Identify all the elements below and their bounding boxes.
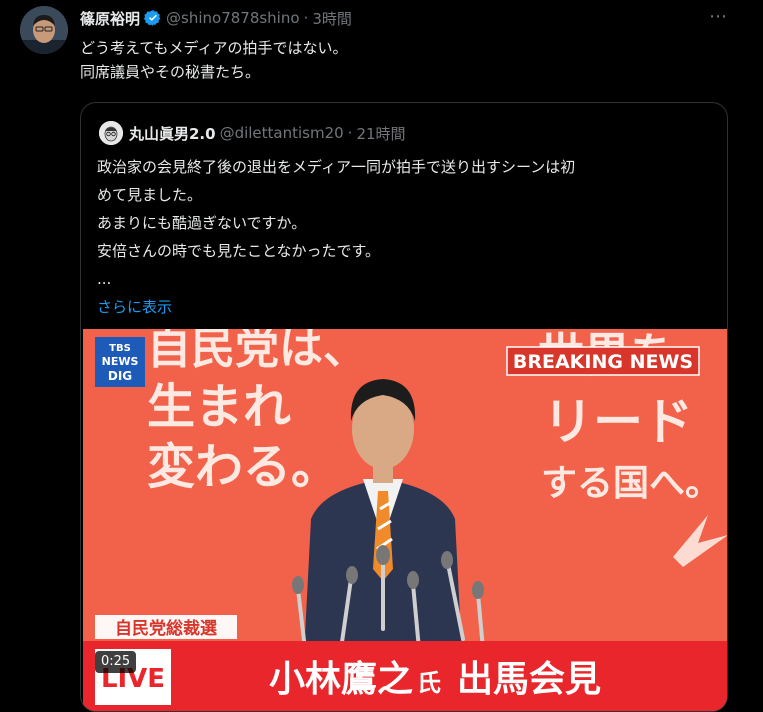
election-tag: 自民党総裁選 <box>115 618 217 639</box>
post-time[interactable]: 3時間 <box>312 8 352 29</box>
author-handle[interactable]: @shino7878shino <box>166 9 300 27</box>
quoted-text-line: ... <box>97 270 112 288</box>
video-player[interactable]: 自民党は、 生まれ 変わる。 世界を リード する国へ。 TBS NEWS DI… <box>83 329 727 711</box>
video-slogan-left: 変わる。 <box>147 439 339 495</box>
author-name[interactable]: 篠原裕明 <box>80 8 140 29</box>
video-slogan-right: リード <box>543 393 693 451</box>
video-slogan-right: する国へ。 <box>541 463 721 504</box>
quoted-header-separator: · <box>347 124 353 142</box>
tbs-logo-text: DIG <box>108 369 132 383</box>
quoted-text-line: あまりにも酷過ぎないですか。 <box>97 214 307 232</box>
breaking-news-label: BREAKING NEWS <box>513 351 693 373</box>
video-slogan-left: 生まれ <box>147 379 291 435</box>
headline-event: 出馬会見 <box>457 659 601 700</box>
more-options-icon[interactable]: ⋯ <box>706 8 730 28</box>
author-avatar[interactable] <box>20 6 68 54</box>
verified-badge-icon <box>144 10 161 26</box>
quoted-tweet-text: 政治家の会見終了後の退出をメディア一同が拍手で送り出すシーンは初 めて見ました。… <box>97 153 717 321</box>
quoted-post-time[interactable]: 21時間 <box>356 123 405 144</box>
video-frame: 自民党は、 生まれ 変わる。 世界を リード する国へ。 TBS NEWS DI… <box>83 329 727 711</box>
tbs-logo-text: TBS <box>109 343 131 354</box>
video-duration: 0:25 <box>95 651 137 673</box>
quoted-tweet-header: 丸山眞男2.0 @dilettantism20 · 21時間 <box>99 121 406 145</box>
tweet-header: 篠原裕明 @shino7878shino · 3時間 <box>80 6 352 30</box>
quoted-text-line: 政治家の会見終了後の退出をメディア一同が拍手で送り出すシーンは初 <box>97 158 576 176</box>
quoted-tweet[interactable]: 丸山眞男2.0 @dilettantism20 · 21時間 政治家の会見終了後… <box>80 102 728 712</box>
tbs-logo-text: NEWS <box>102 355 139 368</box>
quoted-author-name[interactable]: 丸山眞男2.0 <box>129 123 216 144</box>
video-slogan-left: 自民党は、 <box>147 329 367 374</box>
headline-suffix: 氏 <box>417 669 441 697</box>
quoted-text-line: 安倍さんの時でも見たことなかったです。 <box>97 242 381 260</box>
quoted-author-avatar[interactable] <box>99 121 123 145</box>
header-separator: · <box>303 9 309 27</box>
tweet-text-line: 同席議員やその秘書たち。 <box>80 63 261 81</box>
headline-name: 小林鷹之 <box>269 659 413 700</box>
tweet-text: どう考えてもメディアの拍手ではない。 同席議員やその秘書たち。 <box>80 36 720 84</box>
tweet-text-line: どう考えてもメディアの拍手ではない。 <box>80 39 348 57</box>
show-more-link[interactable]: さらに表示 <box>97 293 717 321</box>
quoted-text-line: めて見ました。 <box>97 186 203 204</box>
tweet: 篠原裕明 @shino7878shino · 3時間 ⋯ どう考えてもメディアの… <box>0 0 763 712</box>
quoted-author-handle[interactable]: @dilettantism20 <box>220 124 344 142</box>
